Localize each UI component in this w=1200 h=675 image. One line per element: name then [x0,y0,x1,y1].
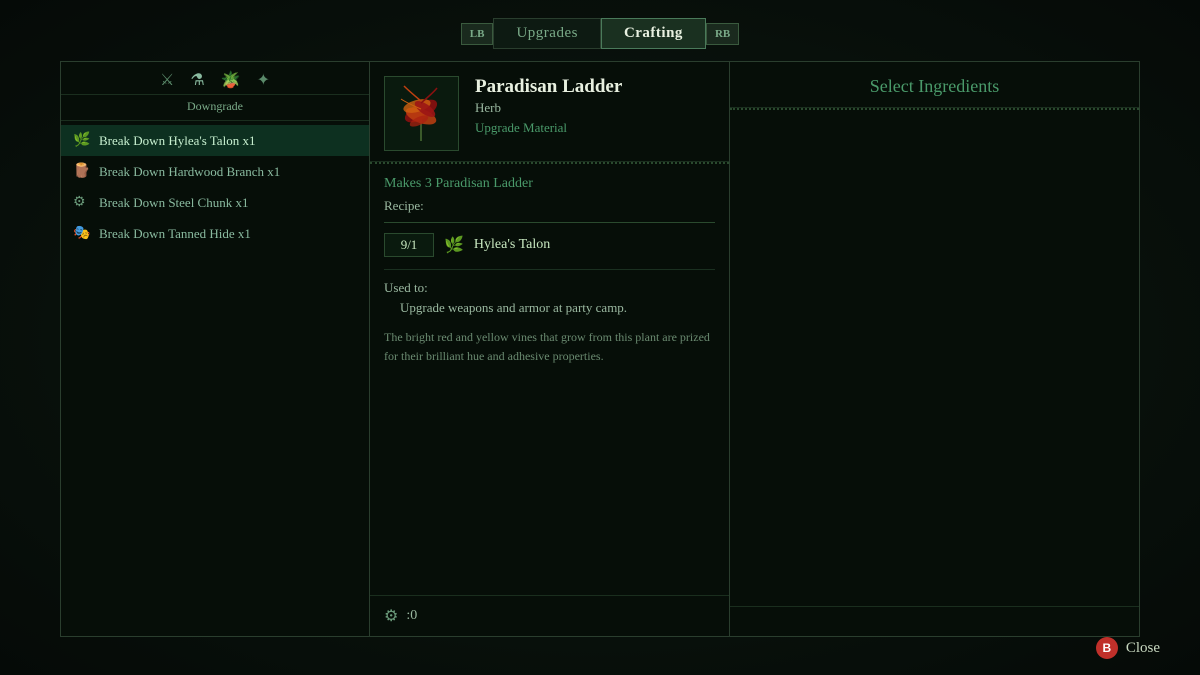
footer-count: :0 [406,608,417,624]
footer-icon: ⚙ [384,606,398,626]
recipe-list: 🌿 Break Down Hylea's Talon x1 🪵 Break Do… [61,121,369,636]
item-icon-0: 🌿 [73,132,91,149]
right-content [730,112,1139,606]
item-icon-1: 🪵 [73,163,91,180]
icon-potion: ⚗ [190,70,204,90]
upgrades-tab[interactable]: Upgrades [493,18,600,49]
right-panel: Select Ingredients [730,61,1140,637]
divider-line [384,269,715,270]
ingredient-count: 9/1 [384,233,434,257]
item-label-2: Break Down Steel Chunk x1 [99,195,248,211]
ingredient-row: 9/1 🌿 Hylea's Talon [384,233,715,257]
center-content: Makes 3 Paradisan Ladder Recipe: 9/1 🌿 H… [370,176,729,595]
left-panel-icons: ⚔ ⚗ 🪴 ✦ [61,62,369,95]
item-label-0: Break Down Hylea's Talon x1 [99,133,255,149]
icon-sword: ⚔ [160,70,174,90]
section-label: Downgrade [61,95,369,121]
recipe-label: Recipe: [384,198,715,214]
item-icon-2: ⚙ [73,194,91,211]
ingredient-name: Hylea's Talon [474,237,550,253]
main-layout: ⚔ ⚗ 🪴 ✦ Downgrade 🌿 Break Down Hylea's T… [0,49,1200,649]
used-to-desc: Upgrade weapons and armor at party camp. [400,300,715,316]
recipe-item[interactable]: 🎭 Break Down Tanned Hide x1 [61,218,369,249]
b-button-icon: B [1096,637,1118,659]
rb-button[interactable]: RB [706,23,739,45]
ui-root: LB Upgrades Crafting RB ⚔ ⚗ 🪴 ✦ Downgrad… [0,0,1200,675]
item-subtype: Upgrade Material [475,120,715,136]
makes-label: Makes 3 Paradisan Ladder [384,176,715,192]
item-info: Paradisan Ladder Herb Upgrade Material [475,76,715,151]
bottom-close: B Close [1096,637,1160,659]
lb-button[interactable]: LB [461,23,494,45]
item-label-3: Break Down Tanned Hide x1 [99,226,251,242]
icon-herb: 🪴 [221,70,241,90]
recipe-item[interactable]: 🪵 Break Down Hardwood Branch x1 [61,156,369,187]
recipe-item[interactable]: 🌿 Break Down Hylea's Talon x1 [61,125,369,156]
close-label: Close [1126,640,1160,657]
top-nav: LB Upgrades Crafting RB [0,0,1200,49]
ingredient-icon: 🌿 [444,235,464,255]
select-ingredients-title: Select Ingredients [746,76,1123,97]
flavor-text: The bright red and yellow vines that gro… [384,328,715,366]
used-to-label: Used to: [384,280,715,296]
center-footer: ⚙ :0 [370,595,729,636]
recipe-divider [384,222,715,223]
right-footer [730,606,1139,636]
dotted-divider [370,162,729,166]
left-panel: ⚔ ⚗ 🪴 ✦ Downgrade 🌿 Break Down Hylea's T… [60,61,370,637]
item-label-1: Break Down Hardwood Branch x1 [99,164,280,180]
center-panel: Paradisan Ladder Herb Upgrade Material M… [370,61,730,637]
item-image [384,76,459,151]
item-name: Paradisan Ladder [475,76,715,98]
right-panel-header: Select Ingredients [730,62,1139,108]
item-type: Herb [475,100,715,116]
item-header: Paradisan Ladder Herb Upgrade Material [370,62,729,162]
item-icon-3: 🎭 [73,225,91,242]
icon-misc: ✦ [257,70,270,90]
recipe-item[interactable]: ⚙ Break Down Steel Chunk x1 [61,187,369,218]
crafting-tab[interactable]: Crafting [601,18,706,49]
